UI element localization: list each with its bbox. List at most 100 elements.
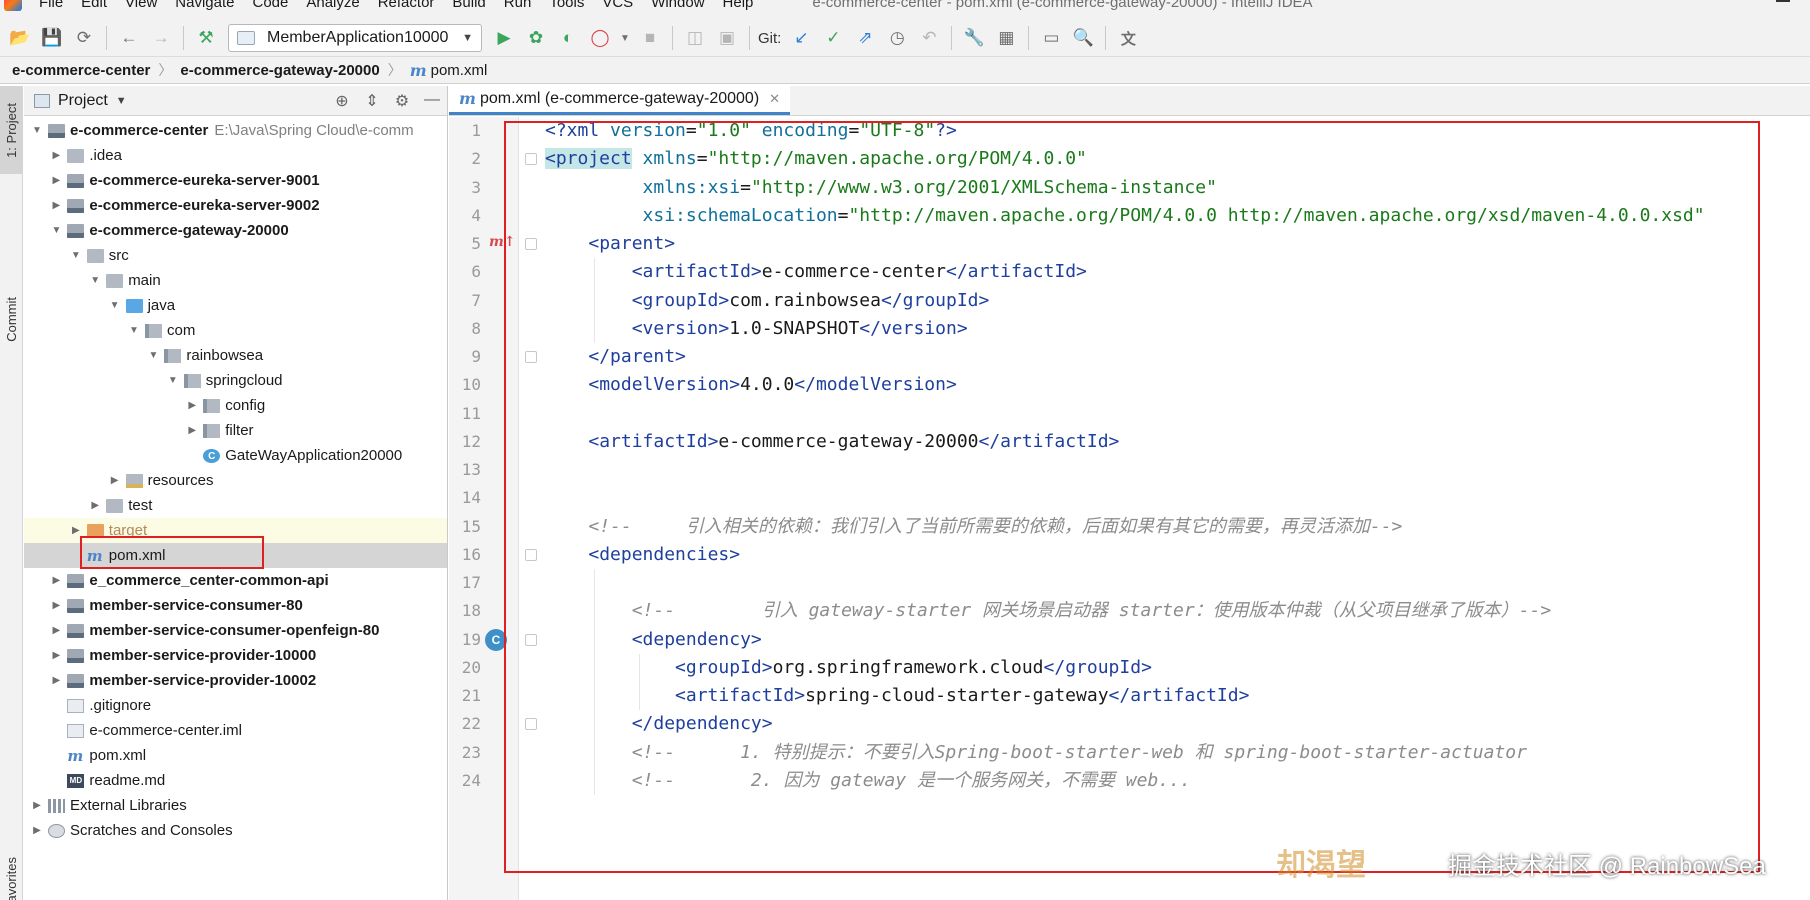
- breadcrumb-item-module[interactable]: e-commerce-gateway-20000: [180, 62, 379, 79]
- tree-item[interactable]: ▼ springcloud: [24, 368, 447, 393]
- chevron-down-icon[interactable]: ▼: [146, 350, 160, 361]
- breadcrumb-item-file[interactable]: m pom.xml: [410, 61, 488, 80]
- menu-refactor[interactable]: Refactor: [369, 0, 444, 11]
- fold-toggle-icon[interactable]: [525, 351, 537, 363]
- close-icon[interactable]: ✕: [769, 91, 780, 107]
- chevron-right-icon[interactable]: ▶: [49, 625, 63, 636]
- project-panel-title[interactable]: Project: [58, 92, 108, 110]
- tree-item[interactable]: ▼ e-commerce-gateway-20000: [24, 218, 447, 243]
- tree-item[interactable]: MD readme.md: [24, 768, 447, 793]
- back-arrow-icon[interactable]: ←: [115, 24, 143, 52]
- minimize-button[interactable]: [1776, 0, 1790, 2]
- chevron-down-icon[interactable]: ▼: [618, 24, 632, 52]
- git-push-icon[interactable]: ⇗: [851, 24, 879, 52]
- chevron-right-icon[interactable]: ▶: [88, 500, 102, 511]
- menu-run[interactable]: Run: [495, 0, 541, 11]
- tree-item[interactable]: ▶ External Libraries: [24, 793, 447, 818]
- debug-bug-icon[interactable]: ✿: [522, 24, 550, 52]
- menu-vcs[interactable]: VCS: [593, 0, 642, 11]
- override-parent-icon[interactable]: m↑: [489, 234, 516, 250]
- chevron-down-icon[interactable]: ▼: [88, 275, 102, 286]
- tree-item[interactable]: ▶ member-service-provider-10002: [24, 668, 447, 693]
- chevron-down-icon[interactable]: ▼: [30, 125, 44, 136]
- git-history-clock-icon[interactable]: ◷: [883, 24, 911, 52]
- open-folder-icon[interactable]: 📂: [6, 24, 34, 52]
- git-update-icon[interactable]: ↙: [787, 24, 815, 52]
- chevron-right-icon[interactable]: ▶: [185, 400, 199, 411]
- chevron-right-icon[interactable]: ▶: [69, 525, 83, 536]
- project-structure-icon[interactable]: ▣: [713, 24, 741, 52]
- tree-item[interactable]: ▶ config: [24, 393, 447, 418]
- tree-item[interactable]: ▼ java: [24, 293, 447, 318]
- tree-item[interactable]: ▶ e_commerce_center-common-api: [24, 568, 447, 593]
- chevron-right-icon[interactable]: ▶: [49, 575, 63, 586]
- run-icon[interactable]: ▶: [490, 24, 518, 52]
- tree-item[interactable]: ▼ e-commerce-center E:\Java\Spring Cloud\e…: [24, 118, 447, 143]
- tree-item[interactable]: ▶ resources: [24, 468, 447, 493]
- chevron-right-icon[interactable]: ▶: [185, 425, 199, 436]
- stripe-tab-favorites[interactable]: 2: Favorites: [0, 846, 23, 900]
- chevron-right-icon[interactable]: ▶: [49, 650, 63, 661]
- tree-item[interactable]: C GateWayApplication20000: [24, 443, 447, 468]
- settings-wrench-icon[interactable]: 🔧: [960, 24, 988, 52]
- stripe-tab-commit[interactable]: Commit: [0, 276, 23, 362]
- build-hammer-icon[interactable]: ⚒: [192, 24, 220, 52]
- profile-icon[interactable]: ◯: [586, 24, 614, 52]
- chevron-right-icon[interactable]: ▶: [108, 475, 122, 486]
- terminal-window-icon[interactable]: ▭: [1037, 24, 1065, 52]
- tree-item[interactable]: .gitignore: [24, 693, 447, 718]
- git-commit-check-icon[interactable]: ✓: [819, 24, 847, 52]
- git-rollback-icon[interactable]: ↶: [915, 24, 943, 52]
- chevron-right-icon[interactable]: ▶: [49, 175, 63, 186]
- menu-file[interactable]: File: [30, 0, 72, 11]
- menu-help[interactable]: Help: [714, 0, 763, 11]
- tree-item[interactable]: ▶ e-commerce-eureka-server-9002: [24, 193, 447, 218]
- menu-navigate[interactable]: Navigate: [166, 0, 243, 11]
- coverage-icon[interactable]: ◐: [554, 24, 582, 52]
- menu-window[interactable]: Window: [642, 0, 713, 11]
- run-configuration-select[interactable]: MemberApplication10000 ▼: [228, 24, 482, 52]
- fold-toggle-icon[interactable]: [525, 633, 537, 646]
- attach-debugger-icon[interactable]: ◫: [681, 24, 709, 52]
- tree-item[interactable]: ▶ .idea: [24, 143, 447, 168]
- chevron-right-icon[interactable]: ▶: [49, 600, 63, 611]
- fold-toggle-icon[interactable]: [525, 548, 537, 561]
- chevron-right-icon[interactable]: ▶: [30, 800, 44, 811]
- fold-toggle-icon[interactable]: [525, 238, 537, 250]
- chevron-right-icon[interactable]: ▶: [30, 825, 44, 836]
- tab-pom-xml[interactable]: m pom.xml (e-commerce-gateway-20000) ✕: [449, 85, 791, 115]
- tree-item[interactable]: m pom.xml: [24, 743, 447, 768]
- menu-code[interactable]: Code: [243, 0, 297, 11]
- translate-icon[interactable]: 文: [1114, 24, 1142, 52]
- tree-item[interactable]: ▼ main: [24, 268, 447, 293]
- save-all-icon[interactable]: 💾: [38, 24, 66, 52]
- fold-toggle-icon[interactable]: [525, 153, 537, 166]
- search-icon[interactable]: 🔍: [1069, 24, 1097, 52]
- chevron-down-icon[interactable]: ▼: [108, 300, 122, 311]
- breadcrumb-item-project[interactable]: e-commerce-center: [12, 62, 150, 79]
- sync-icon[interactable]: ⟳: [70, 24, 98, 52]
- menu-edit[interactable]: Edit: [72, 0, 116, 11]
- chevron-down-icon[interactable]: ▼: [127, 325, 141, 336]
- tree-item[interactable]: e-commerce-center.iml: [24, 718, 447, 743]
- project-structure-folder-icon[interactable]: ▦: [992, 24, 1020, 52]
- tree-item[interactable]: ▶ member-service-consumer-openfeign-80: [24, 618, 447, 643]
- fold-toggle-icon[interactable]: [525, 718, 537, 731]
- menu-tools[interactable]: Tools: [540, 0, 593, 11]
- chevron-down-icon[interactable]: ▼: [69, 250, 83, 261]
- dependency-gutter-icon[interactable]: C: [485, 628, 507, 651]
- gear-icon[interactable]: ⚙: [387, 91, 417, 111]
- tree-item[interactable]: ▶ e-commerce-eureka-server-9001: [24, 168, 447, 193]
- stripe-tab-project[interactable]: 1: Project: [0, 86, 23, 174]
- chevron-down-icon[interactable]: ▼: [49, 225, 63, 236]
- tree-item[interactable]: ▶ test: [24, 493, 447, 518]
- locate-file-icon[interactable]: ⊕: [327, 91, 357, 111]
- tree-item[interactable]: ▶ member-service-consumer-80: [24, 593, 447, 618]
- tree-item[interactable]: ▼ src: [24, 243, 447, 268]
- menu-analyze[interactable]: Analyze: [297, 0, 368, 11]
- chevron-right-icon[interactable]: ▶: [49, 200, 63, 211]
- chevron-down-icon[interactable]: ▼: [116, 95, 127, 107]
- tree-item[interactable]: ▶ filter: [24, 418, 447, 443]
- menu-view[interactable]: View: [116, 0, 166, 11]
- collapse-all-icon[interactable]: ⇕: [357, 91, 387, 111]
